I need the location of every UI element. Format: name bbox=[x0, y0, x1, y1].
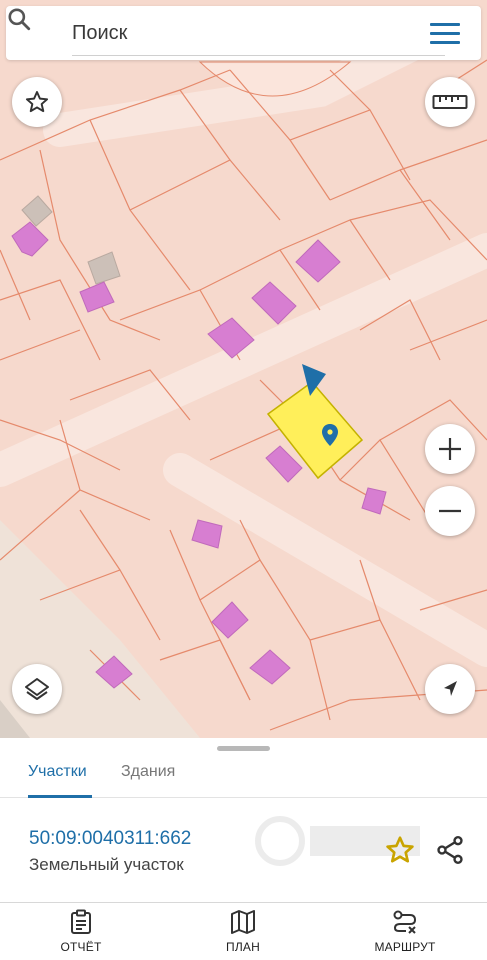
map-icon bbox=[231, 910, 255, 934]
bottom-sheet: Участки Здания 50:09:0040311:662 Земельн… bbox=[0, 738, 487, 960]
nav-route[interactable]: МАРШРУТ bbox=[350, 909, 460, 959]
tab-bar: Участки Здания bbox=[0, 754, 487, 798]
zoom-out-button[interactable] bbox=[425, 486, 475, 536]
search-bar bbox=[6, 6, 481, 60]
search-input[interactable] bbox=[72, 18, 412, 48]
tab-parcels[interactable]: Участки bbox=[28, 758, 92, 798]
nav-plan[interactable]: ПЛАН bbox=[188, 909, 298, 959]
search-icon[interactable] bbox=[6, 6, 32, 32]
parcel-type: Земельный участок bbox=[29, 855, 184, 874]
share-icon[interactable] bbox=[434, 834, 466, 866]
parcel-card[interactable]: 50:09:0040311:662 Земельный участок bbox=[0, 798, 487, 902]
favorites-button[interactable] bbox=[12, 77, 62, 127]
report-icon bbox=[71, 909, 91, 934]
nav-report[interactable]: ОТЧЁТ bbox=[26, 909, 136, 959]
ruler-button[interactable] bbox=[425, 77, 475, 127]
nav-route-label: МАРШРУТ bbox=[374, 940, 436, 954]
favorite-star-icon[interactable] bbox=[384, 834, 416, 866]
cadastral-number[interactable]: 50:09:0040311:662 bbox=[29, 828, 191, 850]
locate-button[interactable] bbox=[425, 664, 475, 714]
nav-plan-label: ПЛАН bbox=[226, 940, 260, 954]
route-icon bbox=[393, 910, 417, 934]
nav-report-label: ОТЧЁТ bbox=[60, 940, 102, 954]
layers-button[interactable] bbox=[12, 664, 62, 714]
search-underline bbox=[72, 55, 445, 56]
ruler-icon bbox=[432, 95, 468, 109]
star-icon bbox=[25, 91, 49, 113]
tab-buildings[interactable]: Здания bbox=[121, 758, 175, 798]
map-view[interactable] bbox=[0, 0, 487, 738]
minus-icon bbox=[439, 509, 461, 513]
sheet-drag-handle[interactable] bbox=[217, 746, 270, 751]
navigation-arrow-icon bbox=[444, 681, 457, 696]
layers-icon bbox=[25, 678, 49, 700]
plus-icon bbox=[439, 438, 461, 460]
zoom-in-button[interactable] bbox=[425, 424, 475, 474]
bottom-navigation: ОТЧЁТ ПЛАН МАРШРУТ bbox=[0, 902, 487, 960]
menu-icon[interactable] bbox=[430, 23, 460, 45]
cadastral-map[interactable] bbox=[0, 0, 487, 738]
